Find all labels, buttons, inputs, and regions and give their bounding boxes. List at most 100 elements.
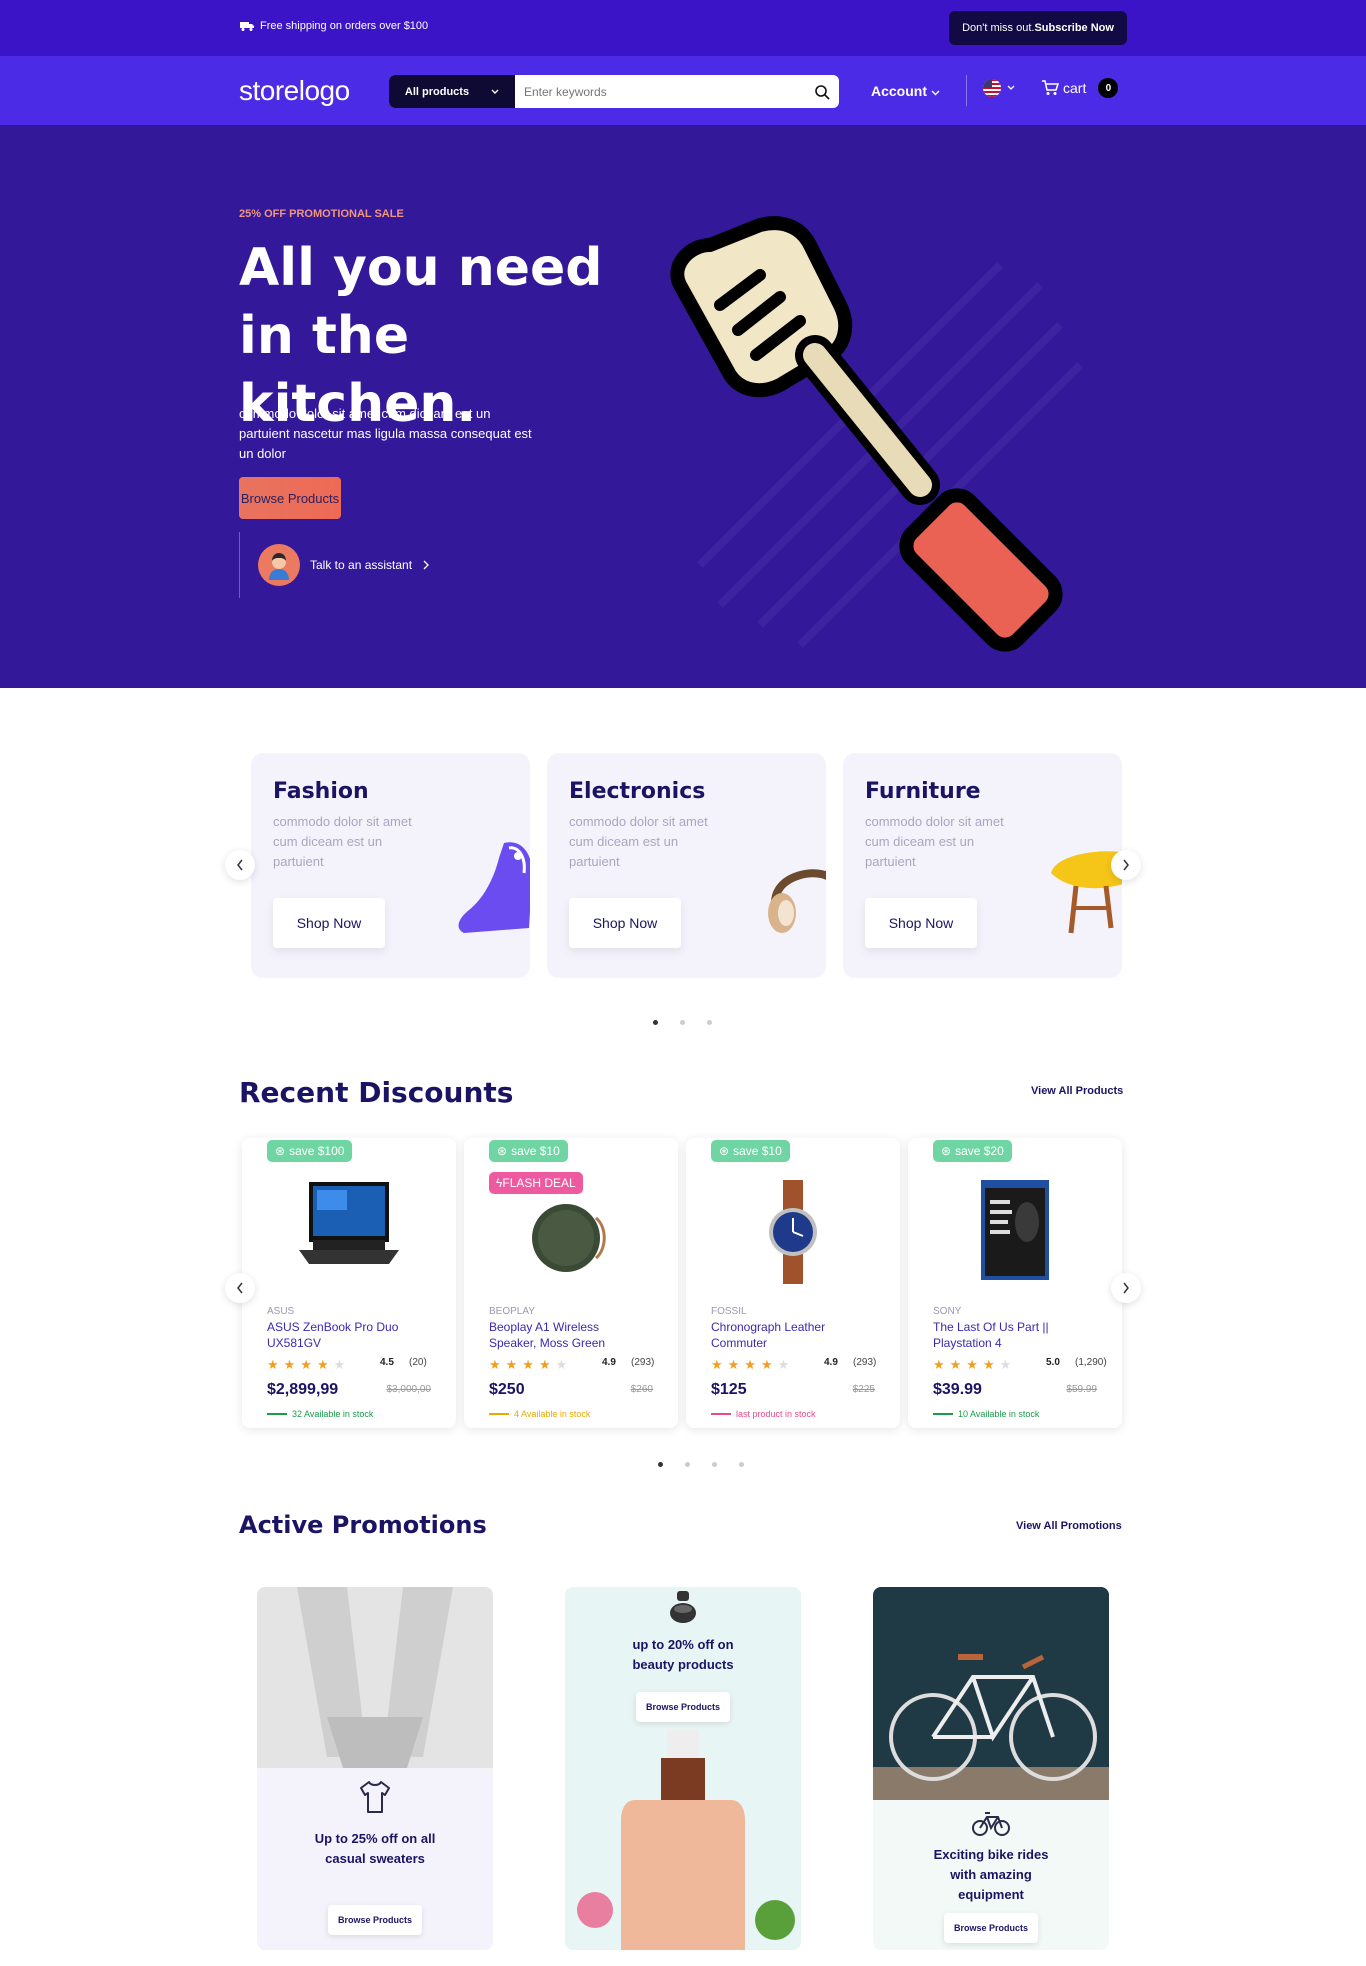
chevron-down-icon <box>1007 85 1015 90</box>
announcement-bar: Free shipping on orders over $100 Don't … <box>0 0 1366 56</box>
discount-icon: ⊛ <box>275 1144 286 1158</box>
product-brand: SONY <box>933 1306 962 1317</box>
shop-now-button[interactable]: Shop Now <box>569 898 681 948</box>
main-header: storelogo All products Account cart 0 <box>0 56 1366 125</box>
product-card[interactable]: ⊛ save $10 FOSSIL Chronograph Leather Com… <box>686 1138 900 1428</box>
chevron-right-icon <box>1123 1282 1129 1294</box>
shop-now-button[interactable]: Shop Now <box>865 898 977 948</box>
search-button[interactable] <box>805 75 839 108</box>
spatula-illustration <box>670 216 1083 652</box>
promo-card-bikes[interactable]: Exciting bike rides with amazing equipme… <box>873 1587 1109 1950</box>
product-name[interactable]: ASUS ZenBook Pro Duo UX581GV <box>267 1319 417 1351</box>
product-brand: FOSSIL <box>711 1306 747 1317</box>
account-menu[interactable]: Account <box>871 83 940 99</box>
promo-label: 25% OFF PROMOTIONAL SALE <box>239 208 404 220</box>
carousel-prev-button[interactable] <box>225 850 255 880</box>
products-prev-button[interactable] <box>225 1273 255 1303</box>
save-badge-label: save $10 <box>733 1144 782 1158</box>
product-name[interactable]: Chronograph Leather Commuter <box>711 1319 861 1351</box>
carousel-next-button[interactable] <box>1111 850 1141 880</box>
product-card[interactable]: ⊛ save $100 ASUS ASUS ZenBook Pro Duo UX5… <box>242 1138 456 1428</box>
bicycle-icon <box>972 1812 1010 1836</box>
speaker-image <box>532 1204 606 1272</box>
category-dropdown[interactable]: All products <box>389 75 515 108</box>
discount-icon: ⊛ <box>941 1144 952 1158</box>
pagination-dot[interactable] <box>685 1462 690 1467</box>
browse-products-button[interactable]: Browse Products <box>943 1913 1039 1943</box>
subscribe-link[interactable]: Subscribe Now <box>1034 22 1113 34</box>
category-card-electronics[interactable]: Electronics commodo dolor sit amet cum d… <box>547 753 826 978</box>
category-card-furniture[interactable]: Furniture commodo dolor sit amet cum dic… <box>843 753 1122 978</box>
product-card[interactable]: ⊛ save $20 SONY The Last Of Us Part || Pl… <box>908 1138 1122 1428</box>
subscribe-prefix: Don't miss out. <box>962 22 1035 34</box>
shop-now-button[interactable]: Shop Now <box>273 898 385 948</box>
cart-label: cart <box>1063 80 1087 96</box>
promo-title: Exciting bike rides with amazing equipme… <box>933 1847 1049 1902</box>
browse-products-button[interactable]: Browse Products <box>635 1692 731 1722</box>
stock-label: last product in stock <box>736 1409 816 1419</box>
chevron-down-icon <box>931 90 940 96</box>
cream-jar-icon <box>670 1591 696 1623</box>
watch-image <box>769 1180 817 1284</box>
discount-icon: ⊛ <box>719 1144 730 1158</box>
language-selector[interactable] <box>983 79 1015 97</box>
cart-button[interactable]: cart 0 <box>1041 78 1119 98</box>
product-card[interactable]: ⊛ save $10 ϟ FLASH DEAL BEOPLAY Beoplay A1… <box>464 1138 678 1428</box>
review-count: (293) <box>631 1357 655 1368</box>
save-badge-label: save $20 <box>955 1144 1004 1158</box>
star-rating: ★★★★★ <box>933 1357 1017 1372</box>
bicycle-photo <box>873 1587 1109 1800</box>
promo-title: up to 20% off on beauty products <box>632 1637 734 1672</box>
carousel-pagination <box>653 1020 712 1025</box>
chevron-right-icon <box>423 560 429 570</box>
promo-card-sweaters[interactable]: Up to 25% off on all casual sweaters Bro… <box>257 1587 493 1950</box>
product-price: $125 <box>711 1381 747 1398</box>
headphones-image <box>768 869 826 933</box>
pagination-dot[interactable] <box>739 1462 744 1467</box>
pagination-dot[interactable] <box>658 1462 663 1467</box>
stock-indicator: 32 Available in stock <box>267 1409 373 1419</box>
search-input[interactable] <box>515 75 805 108</box>
product-price: $250 <box>489 1381 525 1398</box>
pagination-dot[interactable] <box>680 1020 685 1025</box>
truck-icon <box>240 22 254 31</box>
view-all-promotions-link[interactable]: View All Promotions <box>1016 1520 1122 1532</box>
store-logo[interactable]: storelogo <box>239 75 350 107</box>
product-name[interactable]: Beoplay A1 Wireless Speaker, Moss Green <box>489 1319 639 1351</box>
pagination-dot[interactable] <box>653 1020 658 1025</box>
save-badge: ⊛ save $10 <box>711 1140 790 1162</box>
category-label: All products <box>404 85 470 98</box>
subscribe-button[interactable]: Don't miss out. Subscribe Now <box>949 11 1127 45</box>
us-flag-icon <box>983 79 1001 97</box>
promo-card-beauty[interactable]: up to 20% off on beauty products Browse … <box>565 1587 801 1950</box>
search-icon <box>815 84 830 100</box>
view-all-products-link[interactable]: View All Products <box>1031 1085 1123 1097</box>
product-name[interactable]: The Last Of Us Part || Playstation 4 <box>933 1319 1083 1351</box>
talk-to-assistant-link[interactable]: Talk to an assistant <box>239 532 430 598</box>
category-title: Furniture <box>865 779 981 804</box>
star-rating: ★★★★★ <box>267 1357 351 1372</box>
pagination-dot[interactable] <box>707 1020 712 1025</box>
chevron-left-icon <box>237 1282 243 1294</box>
products-next-button[interactable] <box>1111 1273 1141 1303</box>
product-price: $39.99 <box>933 1381 982 1398</box>
discount-icon: ⊛ <box>497 1144 508 1158</box>
category-card-fashion[interactable]: Fashion commodo dolor sit amet cum dicea… <box>251 753 530 978</box>
product-brand: ASUS <box>267 1306 295 1317</box>
original-price: $225 <box>852 1384 875 1395</box>
laptop-image <box>299 1182 399 1264</box>
account-label: Account <box>871 83 927 99</box>
serum-bottle-photo <box>577 1730 795 1950</box>
rating-value: 4.9 <box>602 1357 616 1368</box>
shipping-notice: Free shipping on orders over $100 <box>240 20 428 32</box>
browse-products-button[interactable]: Browse Products <box>239 477 341 519</box>
original-price: $260 <box>630 1384 653 1395</box>
browse-products-button[interactable]: Browse Products <box>327 1905 423 1935</box>
divider <box>966 75 967 106</box>
hero-description: commodo dolor sit amet cum diceam est un… <box>239 406 532 461</box>
pagination-dot[interactable] <box>712 1462 717 1467</box>
star-rating: ★★★★★ <box>711 1357 795 1372</box>
rating-value: 4.9 <box>824 1357 838 1368</box>
cart-icon <box>1042 80 1059 95</box>
original-price: $59.99 <box>1066 1384 1097 1395</box>
